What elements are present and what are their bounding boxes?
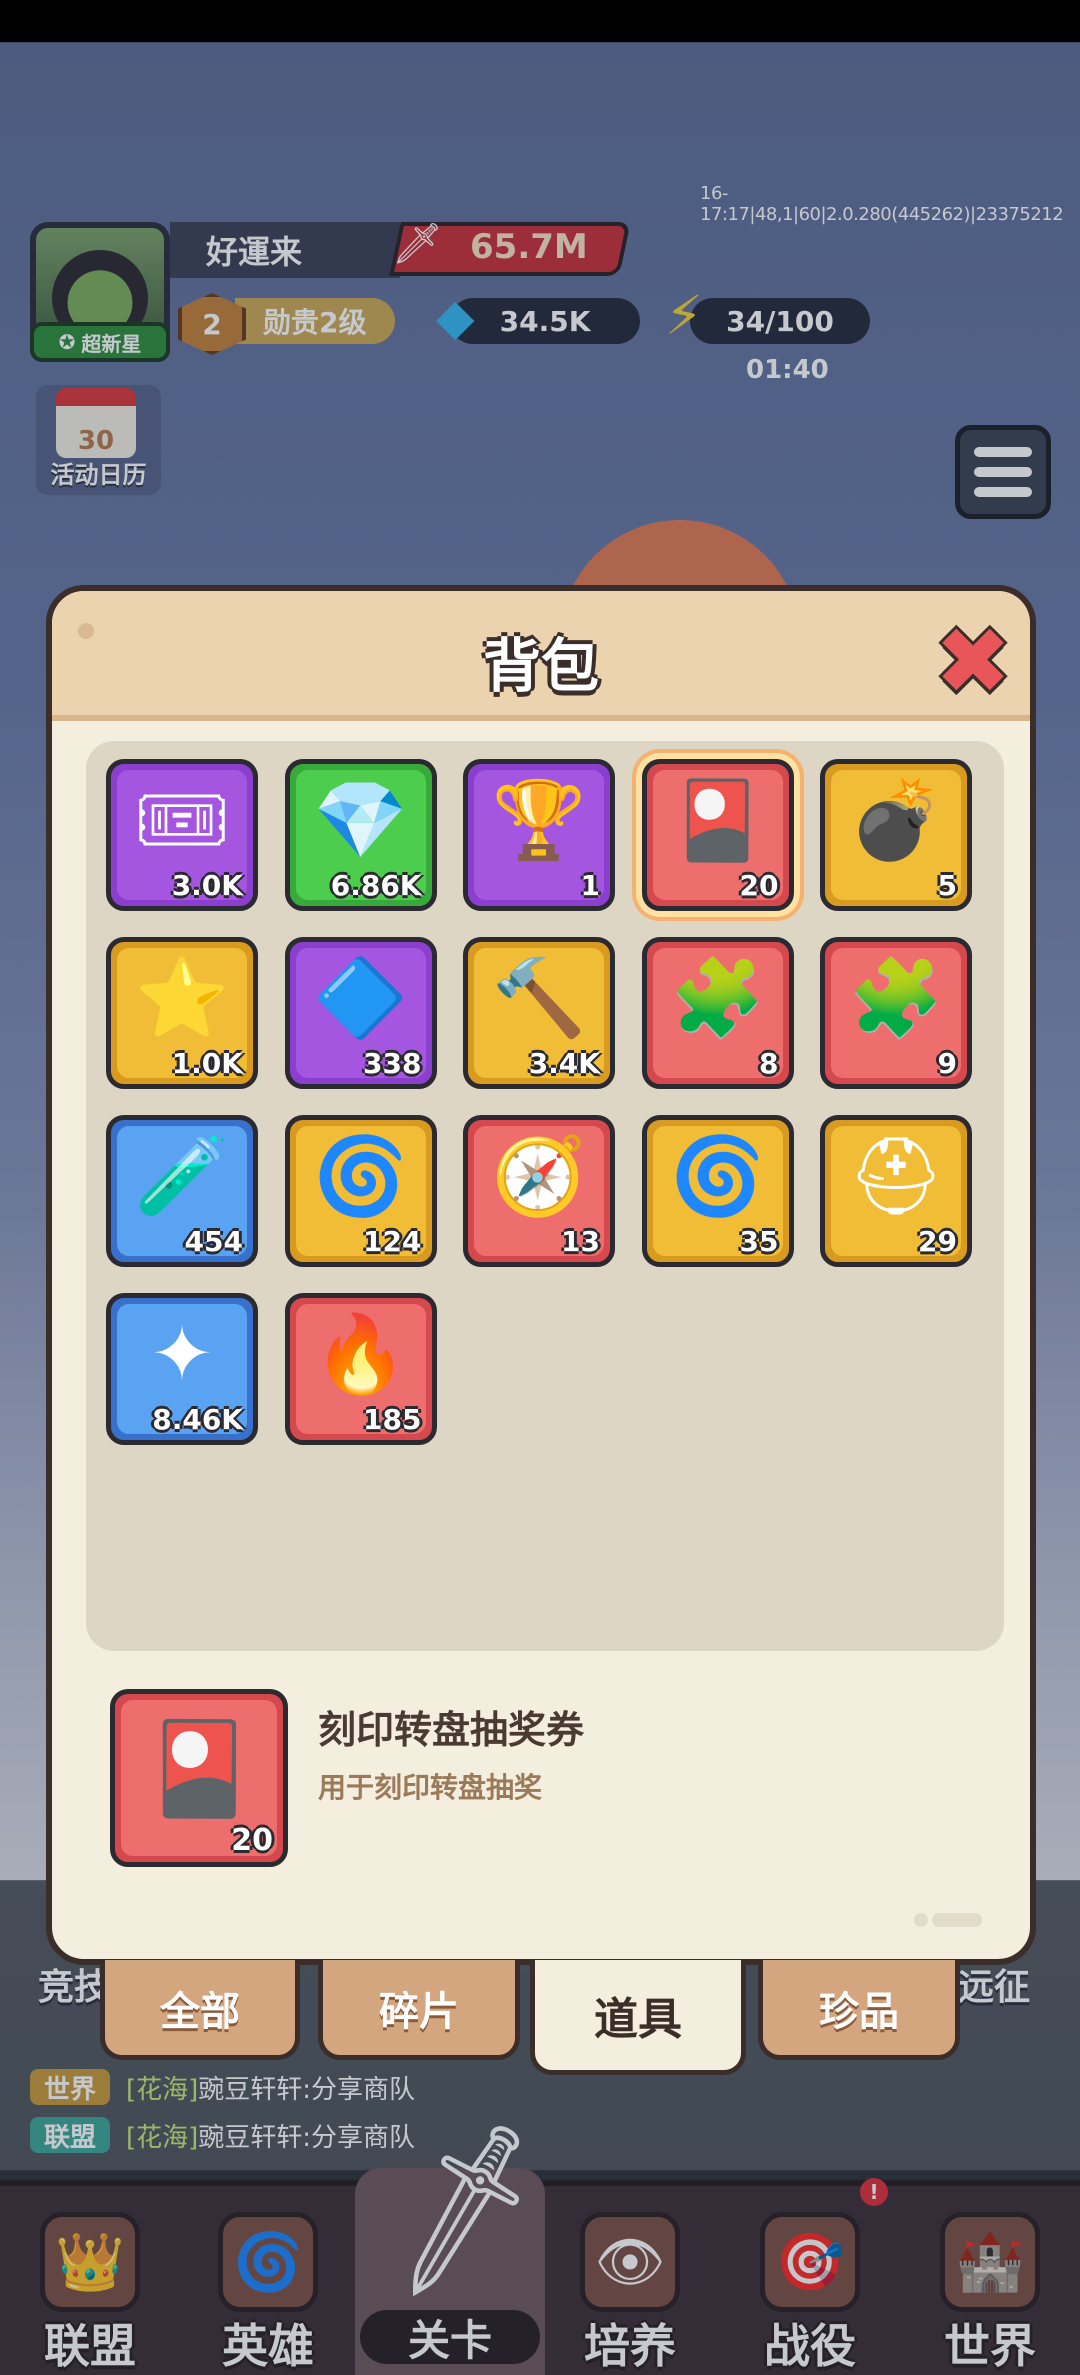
item-slot[interactable]: ✦ 8.46K: [106, 1293, 258, 1445]
cyan-star-icon: ✦: [150, 1309, 214, 1398]
item-count: 338: [363, 1047, 422, 1080]
item-slot[interactable]: 🔨 3.4K: [463, 937, 615, 1089]
fire-gem-icon: 🔥: [313, 1309, 408, 1398]
tab-shards[interactable]: 碎片: [318, 1960, 520, 2060]
item-slot[interactable]: 🧩 9: [820, 937, 972, 1089]
mystery-card-icon: 🎴: [670, 775, 765, 864]
puzzle-piece-icon: 🧩: [670, 953, 765, 1042]
bomb-icon: 💣: [848, 775, 944, 864]
lottery-ticket-card-icon: 🎴: [142, 1716, 256, 1821]
close-button[interactable]: ✖: [932, 616, 1014, 708]
item-slot[interactable]: 🎟 3.0K: [106, 759, 258, 911]
helmet-card-icon: ⛑: [847, 1131, 945, 1220]
item-count: 6.86K: [330, 869, 422, 902]
backpack-modal: 背包 ✖ 🎴 20 刻印转盘抽奖券 用于刻印转盘抽奖 🎟 3.0K 💎 6.86K 🏆 1…: [46, 585, 1036, 1965]
compass-icon: 🧭: [491, 1131, 587, 1220]
modal-title: 背包: [482, 632, 599, 700]
item-slot[interactable]: 💣 5: [820, 759, 972, 911]
tab-label: 碎片: [379, 1988, 459, 2035]
item-slot[interactable]: 🧭 13: [463, 1115, 615, 1267]
item-count: 5: [937, 869, 957, 902]
item-slot[interactable]: 🧪 454: [106, 1115, 258, 1267]
item-count: 3.0K: [171, 869, 243, 902]
item-count: 3.4K: [528, 1047, 600, 1080]
tab-treasure[interactable]: 珍品: [758, 1960, 960, 2060]
item-count: 454: [184, 1225, 243, 1258]
item-count: 1: [580, 869, 600, 902]
item-count: 35: [739, 1225, 779, 1258]
item-count: 13: [561, 1225, 600, 1258]
gold-swirl-card-icon: 🌀: [670, 1131, 765, 1220]
item-count: 185: [363, 1403, 422, 1436]
item-slot[interactable]: 🔥 185: [284, 1293, 437, 1445]
tab-items[interactable]: 道具: [530, 1960, 746, 2075]
item-slot[interactable]: 🌀 124: [284, 1115, 437, 1267]
tab-label: 全部: [160, 1988, 240, 2035]
ticket-icon: 🎟: [133, 775, 231, 864]
detail-item-count: 20: [231, 1823, 273, 1858]
item-slot[interactable]: 🔷 338: [284, 937, 437, 1089]
star-icon: ⭐: [134, 953, 230, 1042]
item-slot[interactable]: ⭐ 1.0K: [106, 937, 258, 1089]
tab-label: 道具: [594, 1994, 682, 2045]
tab-label: 珍品: [819, 1988, 899, 2035]
item-slot[interactable]: 💎 6.86K: [284, 759, 437, 911]
item-slot[interactable]: 🎴 20: [641, 759, 794, 911]
potion-icon: 🧪: [134, 1131, 230, 1220]
detail-item-icon: 🎴 20: [110, 1689, 288, 1867]
crystal-icon: 🔷: [313, 953, 408, 1042]
item-count: 29: [918, 1225, 957, 1258]
item-count: 124: [363, 1225, 422, 1258]
detail-item-description: 用于刻印转盘抽奖: [318, 1771, 543, 1804]
page-indicator-active: [932, 1913, 982, 1927]
item-slot[interactable]: ⛑ 29: [820, 1115, 972, 1267]
purple-swirl-card-icon: 🌀: [313, 1131, 408, 1220]
item-count: 8: [759, 1047, 779, 1080]
item-count: 8.46K: [152, 1403, 243, 1436]
item-count: 1.0K: [171, 1047, 243, 1080]
detail-item-name: 刻印转盘抽奖券: [318, 1708, 585, 1752]
item-count: 9: [937, 1047, 957, 1080]
tab-all[interactable]: 全部: [100, 1960, 300, 2060]
hammer-coin-icon: 🔨: [491, 953, 587, 1042]
trophy-icon: 🏆: [491, 775, 587, 864]
page-indicator-dot: [914, 1913, 928, 1927]
item-slot[interactable]: 🏆 1: [463, 759, 615, 911]
green-gem-icon: 💎: [313, 775, 408, 864]
close-icon: ✖: [934, 608, 1012, 715]
item-count: 20: [739, 869, 779, 902]
item-slot[interactable]: 🧩 8: [641, 937, 794, 1089]
item-slot[interactable]: 🌀 35: [641, 1115, 794, 1267]
puzzle-piece-icon: 🧩: [848, 953, 944, 1042]
